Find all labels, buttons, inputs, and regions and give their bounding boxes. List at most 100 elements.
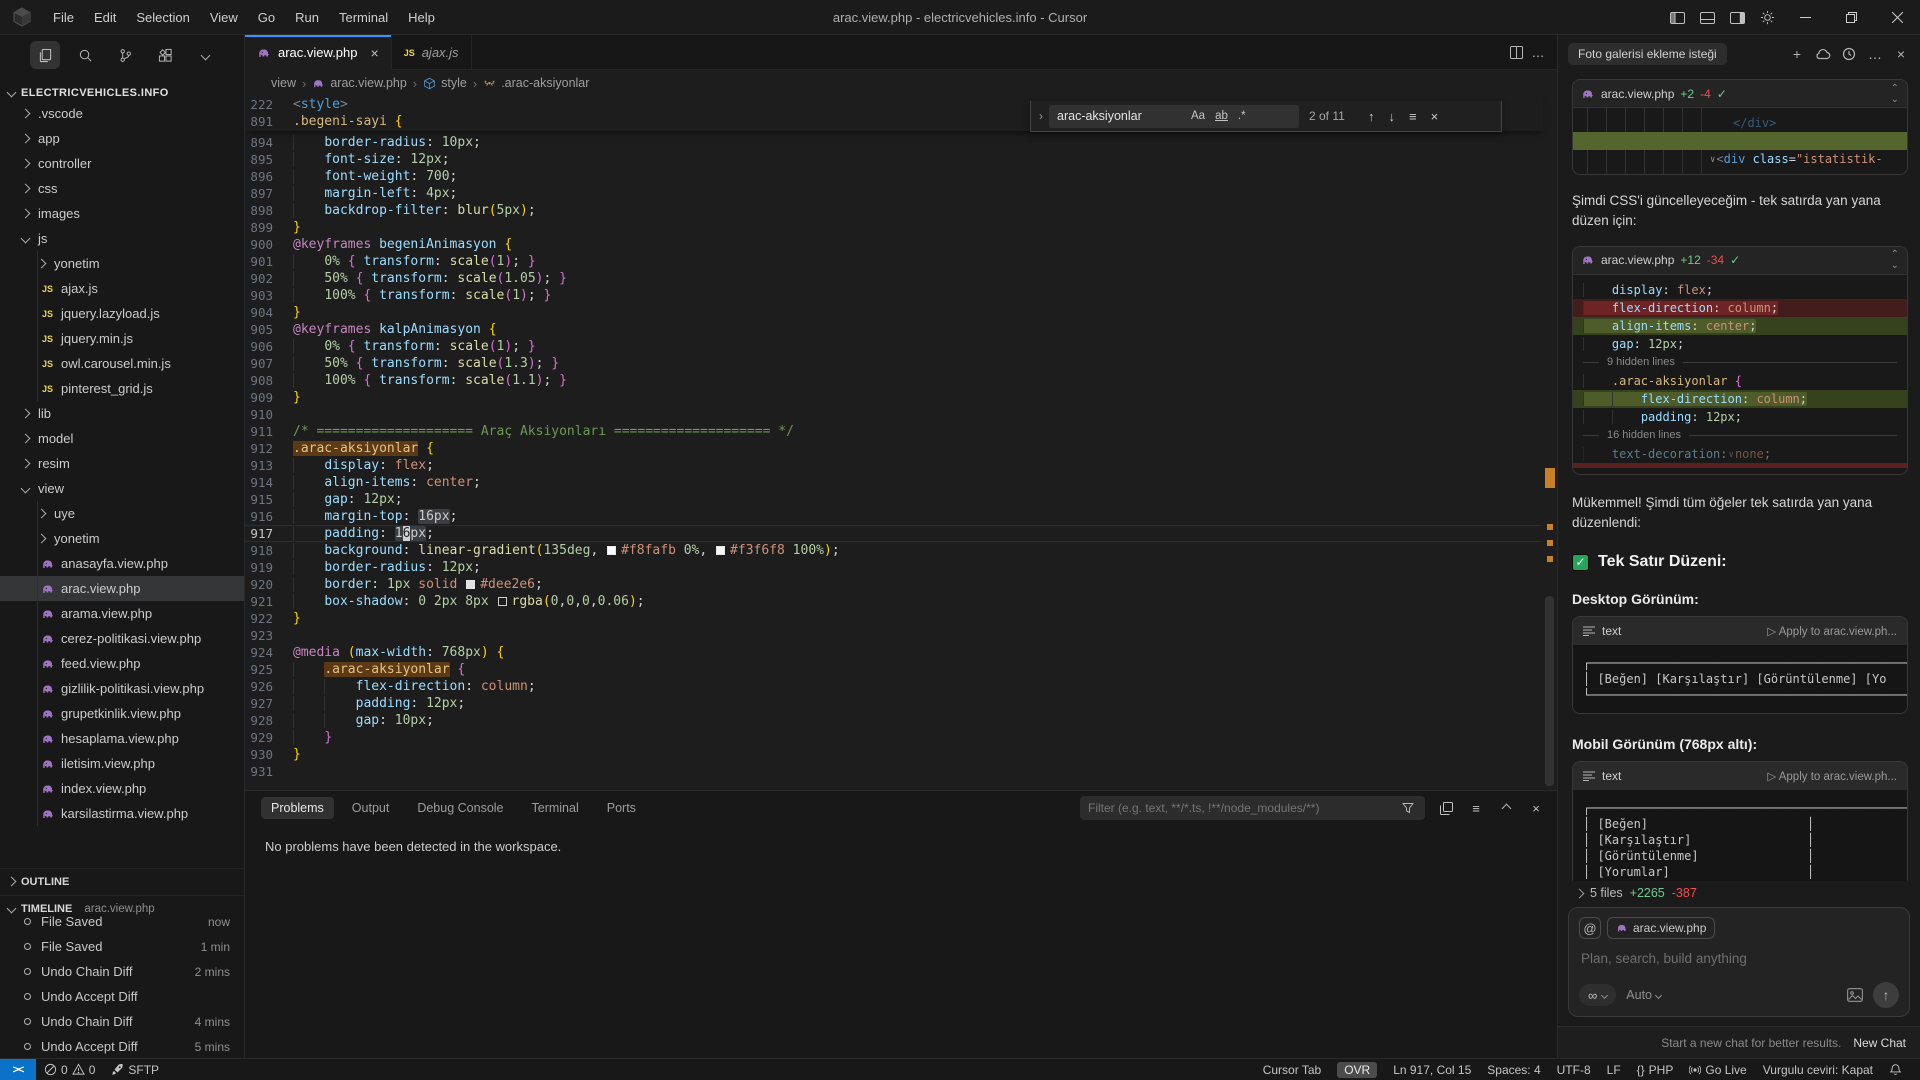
editor-tab-arac.view.php[interactable]: arac.view.php× [245,35,392,70]
search-icon[interactable] [70,41,100,69]
line-number[interactable]: 922 [245,610,293,627]
explorer-icon[interactable] [30,41,60,69]
new-chat-button[interactable]: New Chat [1853,1036,1906,1050]
notifications-bell-icon[interactable] [1881,1059,1910,1080]
line-number[interactable]: 908 [245,372,293,389]
tree-item-feed.view.php[interactable]: feed.view.php [0,651,244,676]
line-number[interactable]: 894 [245,134,293,151]
code-line[interactable]: 924@media (max-width: 768px) { [245,644,1543,661]
cursor-tab-status[interactable]: Cursor Tab [1255,1059,1329,1080]
line-number[interactable]: 897 [245,185,293,202]
line-number[interactable]: 929 [245,729,293,746]
toggle-sidebar-icon[interactable] [1662,4,1692,32]
history-icon[interactable] [1838,43,1860,65]
code-line[interactable]: 903 100% { transform: scale(1); } [245,287,1543,304]
line-number[interactable]: 924 [245,644,293,661]
timeline-entry[interactable]: Undo Accept Diff [0,984,244,1009]
view-as-list-icon[interactable]: ≡ [1467,801,1485,816]
close-find-icon[interactable]: × [1424,107,1446,126]
tree-item-arac.view.php[interactable]: arac.view.php [0,576,244,601]
timeline-entry[interactable]: File Saved1 min [0,934,244,959]
more-actions-icon[interactable]: … [1864,43,1886,65]
tree-item-yonetim[interactable]: yonetim [0,526,244,551]
line-number[interactable]: 900 [245,236,293,253]
timeline-entry[interactable]: Undo Chain Diff4 mins [0,1009,244,1034]
breadcrumb-item-style[interactable]: style [423,76,467,90]
tree-item-arama.view.php[interactable]: arama.view.php [0,601,244,626]
timeline-entry[interactable]: Undo Chain Diff2 mins [0,959,244,984]
translation-status[interactable]: Vurgulu ceviri: Kapat [1755,1059,1881,1080]
line-number[interactable]: 912 [245,440,293,457]
line-number[interactable]: 905 [245,321,293,338]
tree-item-owl.carousel.min.js[interactable]: JSowl.carousel.min.js [0,351,244,376]
tree-item-gizlilik-politikasi.view.php[interactable]: gizlilik-politikasi.view.php [0,676,244,701]
encoding-status[interactable]: UTF-8 [1549,1059,1599,1080]
expand-card-icon[interactable]: ⌃⌄ [1891,83,1899,105]
code-line[interactable]: 920 border: 1px solid #dee2e6; [245,576,1543,593]
code-line[interactable]: 901 0% { transform: scale(1); } [245,253,1543,270]
tree-item-lib[interactable]: lib [0,401,244,426]
tree-item-uye[interactable]: uye [0,501,244,526]
tree-item-app[interactable]: app [0,126,244,151]
cloud-icon[interactable] [1812,43,1834,65]
code-line[interactable]: 929 } [245,729,1543,746]
line-number[interactable]: 899 [245,219,293,236]
source-control-icon[interactable] [110,41,140,69]
tree-item-controller[interactable]: controller [0,151,244,176]
code-line[interactable]: 899} [245,219,1543,236]
line-number[interactable]: 895 [245,151,293,168]
apply-to-file-button[interactable]: ▷ Apply to arac.view.ph... [1767,769,1897,783]
code-line[interactable]: 908 100% { transform: scale(1.1); } [245,372,1543,389]
code-line[interactable]: 912.arac-aksiyonlar { [245,440,1543,457]
code-line[interactable]: 930} [245,746,1543,763]
close-chat-icon[interactable]: × [1890,43,1912,65]
line-number[interactable]: 910 [245,406,293,423]
filter-funnel-icon[interactable] [1399,802,1417,814]
code-line[interactable]: 914 align-items: center; [245,474,1543,491]
settings-gear-icon[interactable] [1752,4,1782,32]
line-number[interactable]: 928 [245,712,293,729]
problems-filter-input[interactable] [1088,801,1399,815]
context-file-chip[interactable]: arac.view.php [1607,917,1715,939]
line-number[interactable]: 907 [245,355,293,372]
panel-tab-ports[interactable]: Ports [597,797,646,819]
line-number[interactable]: 918 [245,542,293,559]
timeline-entry[interactable]: Undo Accept Diff5 mins [0,1034,244,1058]
cursor-position-status[interactable]: Ln 917, Col 15 [1385,1059,1479,1080]
diff-card-header[interactable]: arac.view.php +12 -34 ✓ ⌃⌄ [1573,247,1907,275]
chat-tab[interactable]: Foto galerisi ekleme isteği [1568,43,1727,65]
line-number[interactable]: 896 [245,168,293,185]
whole-word-toggle[interactable]: ab [1211,108,1232,124]
close-tab-icon[interactable]: × [371,45,379,61]
tree-item-yonetim[interactable]: yonetim [0,251,244,276]
line-number[interactable]: 222 [245,96,293,113]
tree-item-resim[interactable]: resim [0,451,244,476]
tree-item-js[interactable]: js [0,226,244,251]
code-line[interactable]: 913 display: flex; [245,457,1543,474]
match-case-toggle[interactable]: Aa [1187,108,1209,124]
tree-item-pinterest_grid.js[interactable]: JSpinterest_grid.js [0,376,244,401]
tree-item-iletisim.view.php[interactable]: iletisim.view.php [0,751,244,776]
code-line[interactable]: 904} [245,304,1543,321]
close-panel-icon[interactable]: × [1527,801,1545,816]
line-number[interactable]: 914 [245,474,293,491]
line-number[interactable]: 915 [245,491,293,508]
code-line[interactable]: 895 font-size: 12px; [245,151,1543,168]
line-number[interactable]: 917 [245,525,293,542]
toggle-secondary-sidebar-icon[interactable] [1722,4,1752,32]
views-chevron-down-icon[interactable] [190,41,220,69]
tree-item-css[interactable]: css [0,176,244,201]
changed-files-row[interactable]: 5 files +2265 -387 [1558,881,1920,907]
breadcrumb-item-view[interactable]: view [271,76,296,90]
panel-tab-problems[interactable]: Problems [261,797,334,819]
line-number[interactable]: 925 [245,661,293,678]
agent-mode-pill[interactable]: ∞ [1579,984,1616,1006]
timeline-entry[interactable]: File Savednow [0,909,244,934]
expand-card-icon[interactable]: ⌃⌄ [1891,249,1899,271]
line-number[interactable]: 904 [245,304,293,321]
tree-item-hesaplama.view.php[interactable]: hesaplama.view.php [0,726,244,751]
new-chat-plus-icon[interactable]: + [1786,43,1808,65]
maximize-panel-icon[interactable] [1497,805,1515,812]
find-toggle-replace-icon[interactable]: › [1033,109,1049,123]
code-line[interactable]: 911/* ==================== Araç Aksiyonl… [245,423,1543,440]
